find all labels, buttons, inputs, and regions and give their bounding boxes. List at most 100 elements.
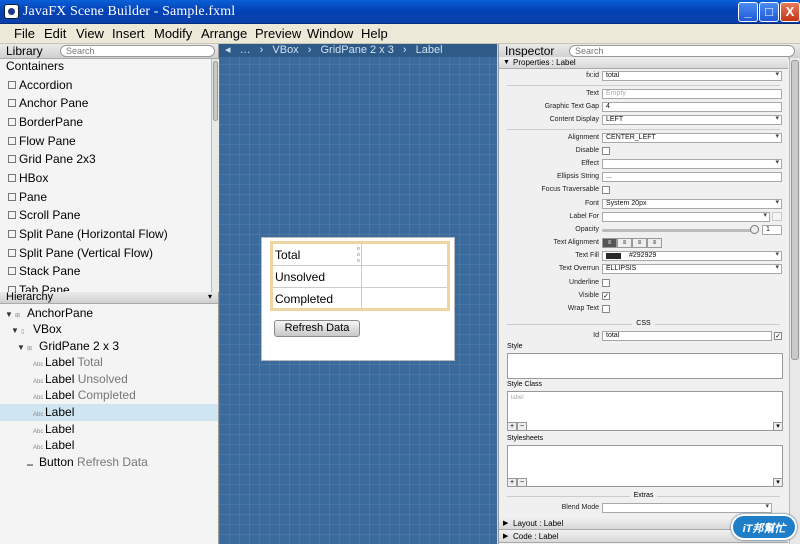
inspector-scroll-thumb[interactable] (791, 60, 799, 360)
library-item-split-pane-v[interactable]: Split Pane (Vertical Flow) (8, 244, 153, 262)
maximize-button[interactable]: □ (759, 2, 779, 22)
visible-checkbox[interactable]: ✓ (602, 292, 610, 300)
hierarchy-row-button[interactable]: ▬ Button Refresh Data (0, 454, 218, 471)
library-item-grid-pane[interactable]: Grid Pane 2x3 (8, 150, 96, 168)
menu-help[interactable]: Help (361, 26, 388, 41)
menu-file[interactable]: File (14, 26, 35, 41)
breadcrumb-vbox[interactable]: VBox (272, 44, 298, 56)
disable-checkbox[interactable] (602, 147, 610, 155)
inspector-scrollbar[interactable] (789, 58, 800, 544)
breadcrumb-gridpane[interactable]: GridPane 2 x 3 (320, 44, 393, 56)
stylesheets-list[interactable]: + − ▾ (507, 445, 783, 487)
gridpane-preview[interactable]: Total Unsolved Completed ooo (270, 241, 450, 311)
scene-document[interactable]: Total Unsolved Completed ooo Refresh Dat… (261, 237, 455, 361)
stylesheet-menu-icon[interactable]: ▾ (773, 478, 783, 487)
library-item-borderpane[interactable]: BorderPane (8, 113, 83, 131)
align-right-icon[interactable]: ≡ (632, 238, 647, 248)
menu-edit[interactable]: Edit (44, 26, 66, 41)
menu-view[interactable]: View (76, 26, 104, 41)
library-scroll-thumb[interactable] (213, 61, 218, 121)
opacity-slider-thumb[interactable] (750, 225, 759, 234)
divider (507, 85, 780, 86)
text-field[interactable]: Empty (602, 89, 782, 99)
effect-select[interactable] (602, 159, 782, 169)
text-overrun-select[interactable]: ELLIPSIS (602, 264, 782, 274)
library-item-accordion[interactable]: Accordion (8, 76, 72, 94)
style-textarea[interactable] (507, 353, 783, 379)
hierarchy-row-label[interactable]: Abc Label (0, 437, 218, 454)
align-center-icon[interactable]: ≡ (617, 238, 632, 248)
label-total[interactable]: Total (275, 244, 300, 266)
label-for-pick-icon[interactable] (772, 212, 782, 221)
library-item-flow-pane[interactable]: Flow Pane (8, 132, 76, 150)
hierarchy-menu-icon[interactable]: ▾ (208, 292, 212, 301)
library-item-hbox[interactable]: HBox (8, 169, 48, 187)
library-item-pane[interactable]: Pane (8, 188, 47, 206)
graphic-text-gap-field[interactable]: 4 (602, 102, 782, 112)
collapse-arrow-icon[interactable]: ▼ (11, 322, 21, 339)
hierarchy-panel: Hierarchy ▾ ▼ ⊞ AnchorPane ▼ ▯ VBox ▼ ⊞ GridPa… (0, 291, 219, 544)
content-canvas[interactable]: ◂ … › VBox › GridPane 2 x 3 › Label Tota… (219, 44, 497, 544)
library-item-split-pane-h[interactable]: Split Pane (Horizontal Flow) (8, 225, 168, 243)
breadcrumb-left-icon[interactable]: ◂ (225, 44, 231, 56)
prop-label-visible: Visible (578, 292, 600, 299)
library-item-stack-pane[interactable]: Stack Pane (8, 262, 80, 280)
refresh-data-button[interactable]: Refresh Data (274, 320, 360, 337)
hierarchy-row-label-completed[interactable]: Abc Label Completed (0, 387, 218, 404)
menu-window[interactable]: Window (307, 26, 353, 41)
opacity-slider[interactable] (602, 229, 756, 232)
ellipsis-string-field[interactable]: ... (602, 172, 782, 182)
font-select[interactable]: System 20px (602, 199, 782, 209)
minimize-button[interactable]: _ (738, 2, 758, 22)
hierarchy-row-gridpane[interactable]: ▼ ⊞ GridPane 2 x 3 (0, 338, 218, 355)
style-class-menu-icon[interactable]: ▾ (773, 422, 783, 431)
inspector-search-input[interactable]: Search (569, 45, 795, 57)
properties-section-header[interactable]: ▼ Properties : Label (499, 57, 788, 69)
text-fill-picker[interactable]: #292929 (602, 251, 782, 261)
style-class-item[interactable]: label (511, 395, 524, 401)
label-unsolved[interactable]: Unsolved (275, 266, 325, 288)
add-stylesheet-button[interactable]: + (507, 478, 517, 487)
focus-traversable-checkbox[interactable] (602, 186, 610, 194)
add-style-class-button[interactable]: + (507, 422, 517, 431)
blend-mode-select[interactable] (602, 503, 772, 513)
library-scrollbar[interactable] (211, 59, 219, 292)
flow-pane-icon (8, 137, 16, 145)
css-id-checkbox[interactable]: ✓ (774, 332, 782, 340)
breadcrumb-ellipsis[interactable]: … (240, 44, 251, 56)
align-justify-icon[interactable]: ≡ (647, 238, 662, 248)
remove-stylesheet-button[interactable]: − (517, 478, 527, 487)
css-id-field[interactable]: total (602, 331, 772, 341)
fxid-field[interactable]: total (602, 71, 782, 81)
style-class-list[interactable]: label + − ▾ (507, 391, 783, 431)
hierarchy-row-label-selected[interactable]: Abc Label (0, 404, 218, 421)
library-item-label: Scroll Pane (19, 208, 81, 222)
library-item-anchor-pane[interactable]: Anchor Pane (8, 94, 88, 112)
label-completed[interactable]: Completed (275, 288, 333, 310)
opacity-field[interactable]: 1 (762, 225, 782, 235)
library-section-containers[interactable]: Containers (6, 57, 64, 75)
label-for-select[interactable] (602, 212, 770, 222)
hierarchy-row-label-unsolved[interactable]: Abc Label Unsolved (0, 371, 218, 388)
library-item-scroll-pane[interactable]: Scroll Pane (8, 206, 80, 224)
text-fill-swatch (606, 253, 621, 259)
menu-preview[interactable]: Preview (255, 26, 301, 41)
hierarchy-row-anchorpane[interactable]: ▼ ⊞ AnchorPane (0, 305, 218, 322)
remove-style-class-button[interactable]: − (517, 422, 527, 431)
align-left-icon[interactable]: ≡ (602, 238, 617, 248)
underline-checkbox[interactable] (602, 279, 610, 287)
content-display-select[interactable]: LEFT (602, 115, 782, 125)
selection-handles-icon[interactable]: ooo (357, 246, 362, 264)
breadcrumb-label[interactable]: Label (416, 44, 443, 56)
wrap-text-checkbox[interactable] (602, 305, 610, 313)
menu-insert[interactable]: Insert (112, 26, 145, 41)
hierarchy-row-vbox[interactable]: ▼ ▯ VBox (0, 321, 218, 338)
hierarchy-row-label-total[interactable]: Abc Label Total (0, 354, 218, 371)
library-item-label: Anchor Pane (19, 96, 89, 110)
hierarchy-row-label[interactable]: Abc Label (0, 421, 218, 438)
close-button[interactable]: X (780, 2, 800, 22)
library-search-input[interactable]: Search (60, 45, 215, 57)
menu-arrange[interactable]: Arrange (201, 26, 247, 41)
alignment-select[interactable]: CENTER_LEFT (602, 133, 782, 143)
menu-modify[interactable]: Modify (154, 26, 192, 41)
